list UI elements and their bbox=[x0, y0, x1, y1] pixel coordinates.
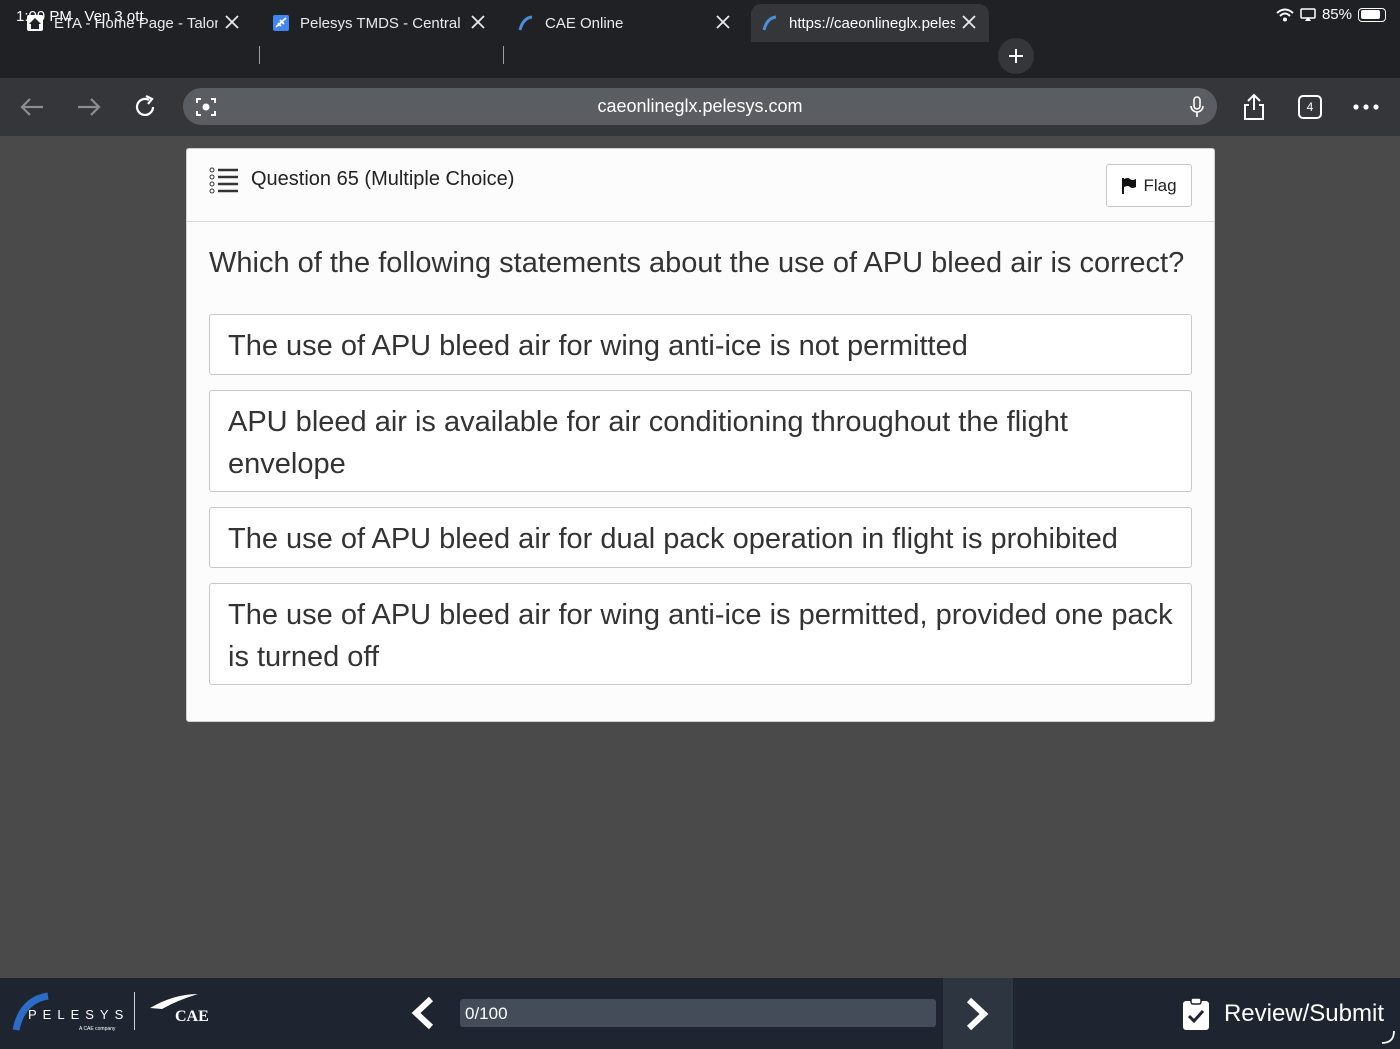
tab-switcher-button[interactable]: 4 bbox=[1295, 92, 1325, 122]
browser-toolbar: caeonlineglx.pelesys.com 4 bbox=[0, 78, 1400, 136]
answer-option-3[interactable]: The use of APU bleed air for dual pack o… bbox=[209, 507, 1192, 568]
share-button[interactable] bbox=[1239, 92, 1269, 122]
chevron-right-icon bbox=[966, 997, 989, 1030]
tab-separator bbox=[503, 46, 504, 64]
pelesys-favicon-icon bbox=[517, 14, 535, 32]
progress-bar: 0/100 bbox=[460, 999, 936, 1027]
arrow-right-icon bbox=[78, 98, 101, 116]
close-icon[interactable] bbox=[713, 12, 733, 32]
pelesys-logo-sub: A CAE company bbox=[79, 1026, 116, 1032]
more-dots-icon bbox=[1353, 104, 1379, 110]
flag-button[interactable]: Flag bbox=[1106, 164, 1192, 207]
tab-title: ETA - Home Page - Talon bbox=[54, 14, 218, 32]
forward-button[interactable] bbox=[74, 92, 104, 122]
close-icon[interactable] bbox=[468, 12, 488, 32]
question-header: Question 65 (Multiple Choice) Flag bbox=[187, 149, 1214, 222]
previous-question-button[interactable] bbox=[400, 990, 444, 1036]
progress-label: 0/100 bbox=[465, 1004, 508, 1023]
question-list-icon[interactable] bbox=[209, 167, 239, 195]
tab-title: Pelesys TMDS - Central bbox=[300, 14, 460, 32]
tab-caeonlineglx[interactable]: https://caeonlineglx.pelesys.com bbox=[751, 4, 989, 42]
address-bar[interactable]: caeonlineglx.pelesys.com bbox=[183, 88, 1217, 125]
battery-percent: 85% bbox=[1321, 6, 1352, 23]
question-title: Question 65 (Multiple Choice) bbox=[251, 168, 515, 190]
pelesys-favicon-icon bbox=[761, 14, 779, 32]
tab-cae-online[interactable]: CAE Online bbox=[517, 4, 743, 42]
more-menu-button[interactable] bbox=[1351, 92, 1381, 122]
answer-option-2[interactable]: APU bleed air is available for air condi… bbox=[209, 390, 1192, 492]
screen-mirror-icon bbox=[1300, 7, 1316, 21]
resize-corner-icon bbox=[1381, 1030, 1395, 1044]
exam-footer: PELESYS A CAE company CAE 0/100 Review/S… bbox=[0, 978, 1400, 1049]
reload-button[interactable] bbox=[130, 92, 160, 122]
close-icon[interactable] bbox=[222, 12, 242, 32]
plane-favicon-icon bbox=[272, 14, 290, 32]
share-icon bbox=[1244, 93, 1264, 120]
back-button[interactable] bbox=[17, 92, 47, 122]
flag-label: Flag bbox=[1143, 175, 1177, 195]
arrow-left-icon bbox=[20, 98, 43, 116]
chevron-left-icon bbox=[411, 996, 434, 1030]
answer-option-4[interactable]: The use of APU bleed air for wing anti-i… bbox=[209, 583, 1192, 685]
answer-option-1[interactable]: The use of APU bleed air for wing anti-i… bbox=[209, 314, 1192, 375]
tab-separator bbox=[259, 46, 260, 64]
pelesys-logo-text: PELESYS bbox=[28, 1007, 130, 1022]
clipboard-check-icon bbox=[1182, 997, 1209, 1030]
tab-title: CAE Online bbox=[545, 14, 624, 32]
battery-icon bbox=[1358, 7, 1386, 22]
question-card: Question 65 (Multiple Choice) Flag Which… bbox=[186, 148, 1215, 722]
next-question-button[interactable] bbox=[943, 978, 1013, 1049]
tab-title: https://caeonlineglx.pelesys.com bbox=[789, 14, 955, 32]
close-icon[interactable] bbox=[959, 12, 979, 32]
home-favicon-icon bbox=[26, 14, 44, 32]
new-tab-button[interactable] bbox=[998, 38, 1034, 74]
reload-icon bbox=[135, 95, 155, 116]
pelesys-cae-logo: PELESYS A CAE company CAE bbox=[12, 992, 212, 1036]
url-text: caeonlineglx.pelesys.com bbox=[597, 96, 803, 116]
review-submit-button[interactable]: Review/Submit bbox=[1182, 994, 1384, 1034]
review-submit-label: Review/Submit bbox=[1223, 1000, 1384, 1027]
wifi-icon bbox=[1276, 8, 1294, 21]
logo-divider bbox=[134, 992, 135, 1030]
cae-logo-text: CAE bbox=[175, 1008, 209, 1025]
microphone-icon[interactable] bbox=[1189, 96, 1205, 118]
tab-pelesys-tmds[interactable]: Pelesys TMDS - Central bbox=[272, 4, 498, 42]
status-right: 85% bbox=[1276, 6, 1386, 23]
tab-eta-home[interactable]: ETA - Home Page - Talon bbox=[26, 4, 252, 42]
flag-icon bbox=[1122, 178, 1137, 194]
question-text: Which of the following statements about … bbox=[209, 247, 1185, 279]
tab-count-icon: 4 bbox=[1298, 95, 1322, 119]
plus-icon bbox=[1009, 49, 1023, 63]
